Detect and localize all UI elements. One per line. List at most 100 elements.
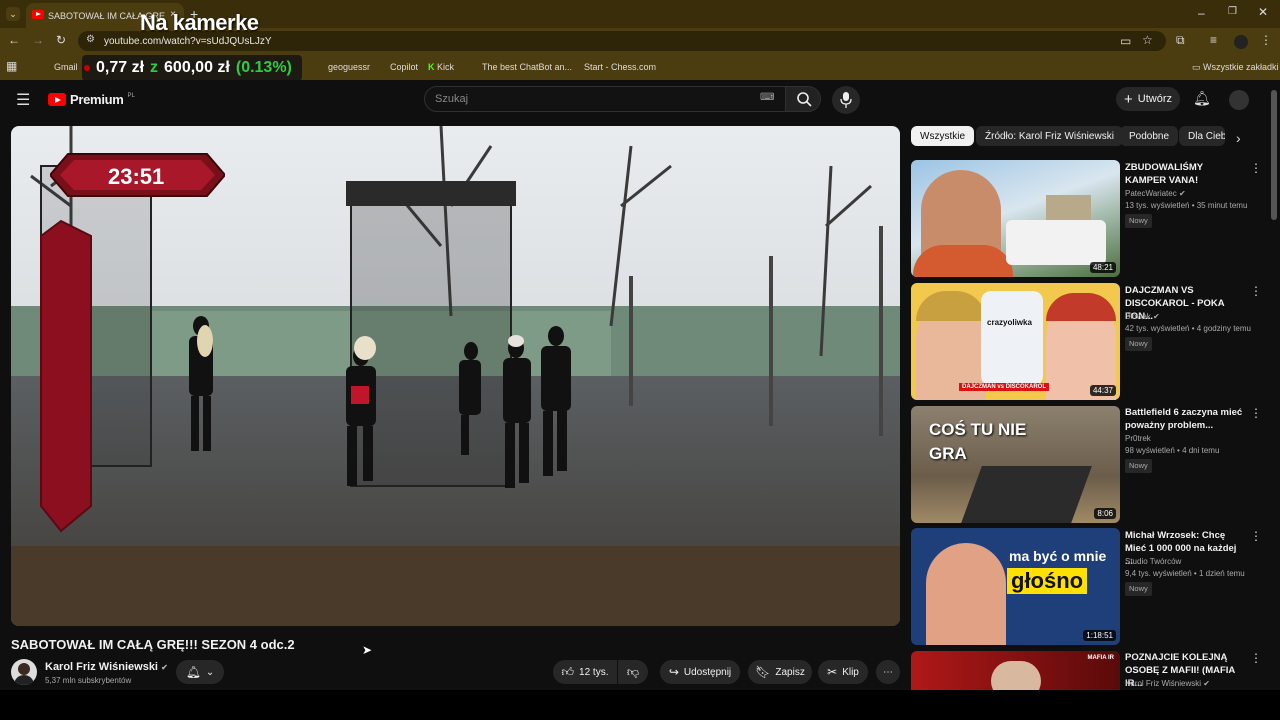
recommendation-channel[interactable]: Studio Twórców [1125,557,1181,566]
thumb-text-highlight: głośno [1007,568,1088,594]
chip-for-you[interactable]: Dla Ciebie [1179,126,1225,146]
duration: 48:21 [1089,262,1116,273]
profile-avatar[interactable] [1234,35,1248,49]
overlay-title: Na kamerke [140,10,259,35]
search-input[interactable]: Szukaj [424,86,786,112]
recommendation-thumbnail[interactable]: 48:21 [911,160,1120,277]
share-icon: ↪ [668,665,679,679]
thumb-text: crazyoliwka [987,318,1032,327]
recommendation-menu-icon[interactable]: ⋮ [1250,651,1262,665]
apps-grid-icon[interactable]: ▦ [6,59,17,73]
donation-goal: 0,77 zł z 600,00 zł (0.13%) [82,55,302,81]
minimize-icon[interactable]: – [1198,6,1205,20]
bookmark-copilot[interactable]: Copilot [390,62,418,72]
recommendation-thumbnail[interactable]: COŚ TU NIE GRA 8:06 [911,406,1120,523]
subscriber-count: 5,37 mln subskrybentów [45,676,132,685]
clip-button[interactable]: ✂ Klip [818,660,868,684]
search-button[interactable] [785,86,821,112]
recommendation-channel[interactable]: Karol Friz Wiśniewski [1125,679,1201,688]
voice-search-button[interactable] [832,86,860,114]
extensions-icon[interactable]: ⧉ [1176,33,1185,48]
recommendation-menu-icon[interactable]: ⋮ [1250,284,1262,298]
recommendation-menu-icon[interactable]: ⋮ [1250,529,1262,543]
plus-icon: + [1124,90,1133,108]
tab-search-icon[interactable]: ⌄ [6,7,20,21]
cast-icon[interactable]: ▭ [1120,34,1131,48]
hamburger-menu-icon[interactable]: ☰ [16,90,30,110]
video-title: SABOTOWAŁ IM CAŁĄ GRĘ!!! SEZON 4 odc.2 [11,637,295,652]
channel-avatar[interactable] [11,659,37,685]
upload-age: 35 minut temu [1196,201,1248,210]
recommendation-title[interactable]: ZBUDOWALIŚMY KAMPER VANA! [1125,161,1245,187]
recommendation-thumbnail[interactable]: crazyoliwka DAJCZMAN vs DISCOKAROL 44:37 [911,283,1120,400]
youtube-favicon-icon [32,10,44,19]
verified-icon: ✔ [161,663,168,672]
maximize-icon[interactable]: ❐ [1228,6,1237,17]
upload-age: 4 godziny temu [1196,324,1251,333]
account-avatar[interactable] [1229,90,1249,110]
youtube-play-icon [48,93,66,106]
subscribe-bell-button[interactable]: 🔔︎ ⌄ [176,660,224,684]
goal-z: z [150,59,159,76]
logo-country: PL [127,92,135,99]
bookmark-gmail[interactable]: Gmail [54,62,78,72]
recommendation-menu-icon[interactable]: ⋮ [1250,161,1262,175]
recommendation-channel[interactable]: PatecWariatec [1125,189,1177,198]
upload-age: 1 dzień temu [1198,569,1245,578]
share-button[interactable]: ↪ Udostępnij [660,660,740,684]
channel-name-text: Karol Friz Wiśniewski [45,661,158,673]
create-button[interactable]: + Utwórz [1116,87,1180,111]
close-window-icon[interactable]: ✕ [1258,5,1268,19]
recommendation-meta: Pr0trek 98 wyświetleń • 4 dni temu Nowy [1125,433,1255,473]
recommendation-meta: PatecWariatec ✔ 13 tys. wyświetleń • 35 … [1125,188,1255,228]
verified-icon: ✔ [1178,189,1186,198]
goal-percent: (0.13%) [235,59,292,76]
reload-icon[interactable]: ↻ [56,33,66,47]
upload-age: 4 dni temu [1182,446,1220,455]
duration: 44:37 [1089,385,1116,396]
all-bookmarks-label: Wszystkie zakładki [1203,62,1279,72]
view-count: 98 wyświetleń [1125,446,1175,455]
notifications-bell-icon[interactable]: 🔔︎ [1193,90,1211,107]
video-player[interactable] [11,126,900,626]
recommendation-title[interactable]: Battlefield 6 zaczyna mieć poważny probl… [1125,406,1245,432]
clip-label: Klip [842,666,859,678]
thumb-text: MAFIA IR [1087,655,1114,661]
recommendation-menu-icon[interactable]: ⋮ [1250,406,1262,420]
more-actions-button[interactable]: ⋯ [876,660,900,684]
menu-kebab-icon[interactable]: ⋮ [1260,33,1272,47]
chip-source[interactable]: Źródło: Karol Friz Wiśniewski [976,126,1123,146]
view-count: 13 tys. wyświetleń [1125,201,1190,210]
bookmark-chatbot[interactable]: The best ChatBot an... [482,62,572,72]
save-label: Zapisz [775,666,805,678]
reading-list-icon[interactable]: ≡ [1210,33,1217,47]
timer-text: 23:51 [108,164,165,189]
recommendation-channel[interactable]: Pr0trek [1125,434,1151,443]
recommendation-channel[interactable]: Blowek [1125,312,1151,321]
recommendation-thumbnail[interactable]: ma być o mnie głośno 1:18:51 [911,528,1120,645]
chevron-right-icon[interactable]: › [1236,130,1241,146]
bookmark-chess[interactable]: Start - Chess.com [584,62,656,72]
dislike-button[interactable]: 👎︎ [618,660,648,684]
site-info-icon[interactable]: ⚙ [86,34,95,45]
page-scrollbar[interactable] [1271,90,1277,220]
bookmark-kick[interactable]: K Kick [428,62,454,72]
thumb-caption: DAJCZMAN vs DISCOKAROL [959,383,1050,391]
chip-similar[interactable]: Podobne [1120,126,1179,146]
like-button[interactable]: 👍︎ 12 tys. [553,660,617,684]
keyboard-icon[interactable]: ⌨ [760,92,774,103]
bookmark-geoguessr[interactable]: geoguessr [328,62,370,72]
channel-name[interactable]: Karol Friz Wiśniewski ✔ [45,661,168,673]
recommendation-meta: Blowek ✔ 42 tys. wyświetleń • 4 godziny … [1125,311,1255,351]
back-icon[interactable]: ← [8,33,20,47]
bookmark-star-icon[interactable]: ☆ [1142,33,1153,47]
recommendation-meta: Studio Twórców 9,4 tys. wyświetleń • 1 d… [1125,556,1255,596]
chip-all[interactable]: Wszystkie [911,126,974,146]
all-bookmarks-folder[interactable]: ▭ Wszystkie zakładki [1192,62,1279,73]
save-button[interactable]: 🔖︎ Zapisz [748,660,812,684]
new-badge: Nowy [1125,337,1152,351]
forward-icon[interactable]: → [32,33,44,47]
recommendation-meta: Karol Friz Wiśniewski ✔ [1125,678,1255,690]
recommendation-thumbnail[interactable]: MAFIA IR [911,651,1120,690]
youtube-logo[interactable]: Premium PL [48,92,135,107]
